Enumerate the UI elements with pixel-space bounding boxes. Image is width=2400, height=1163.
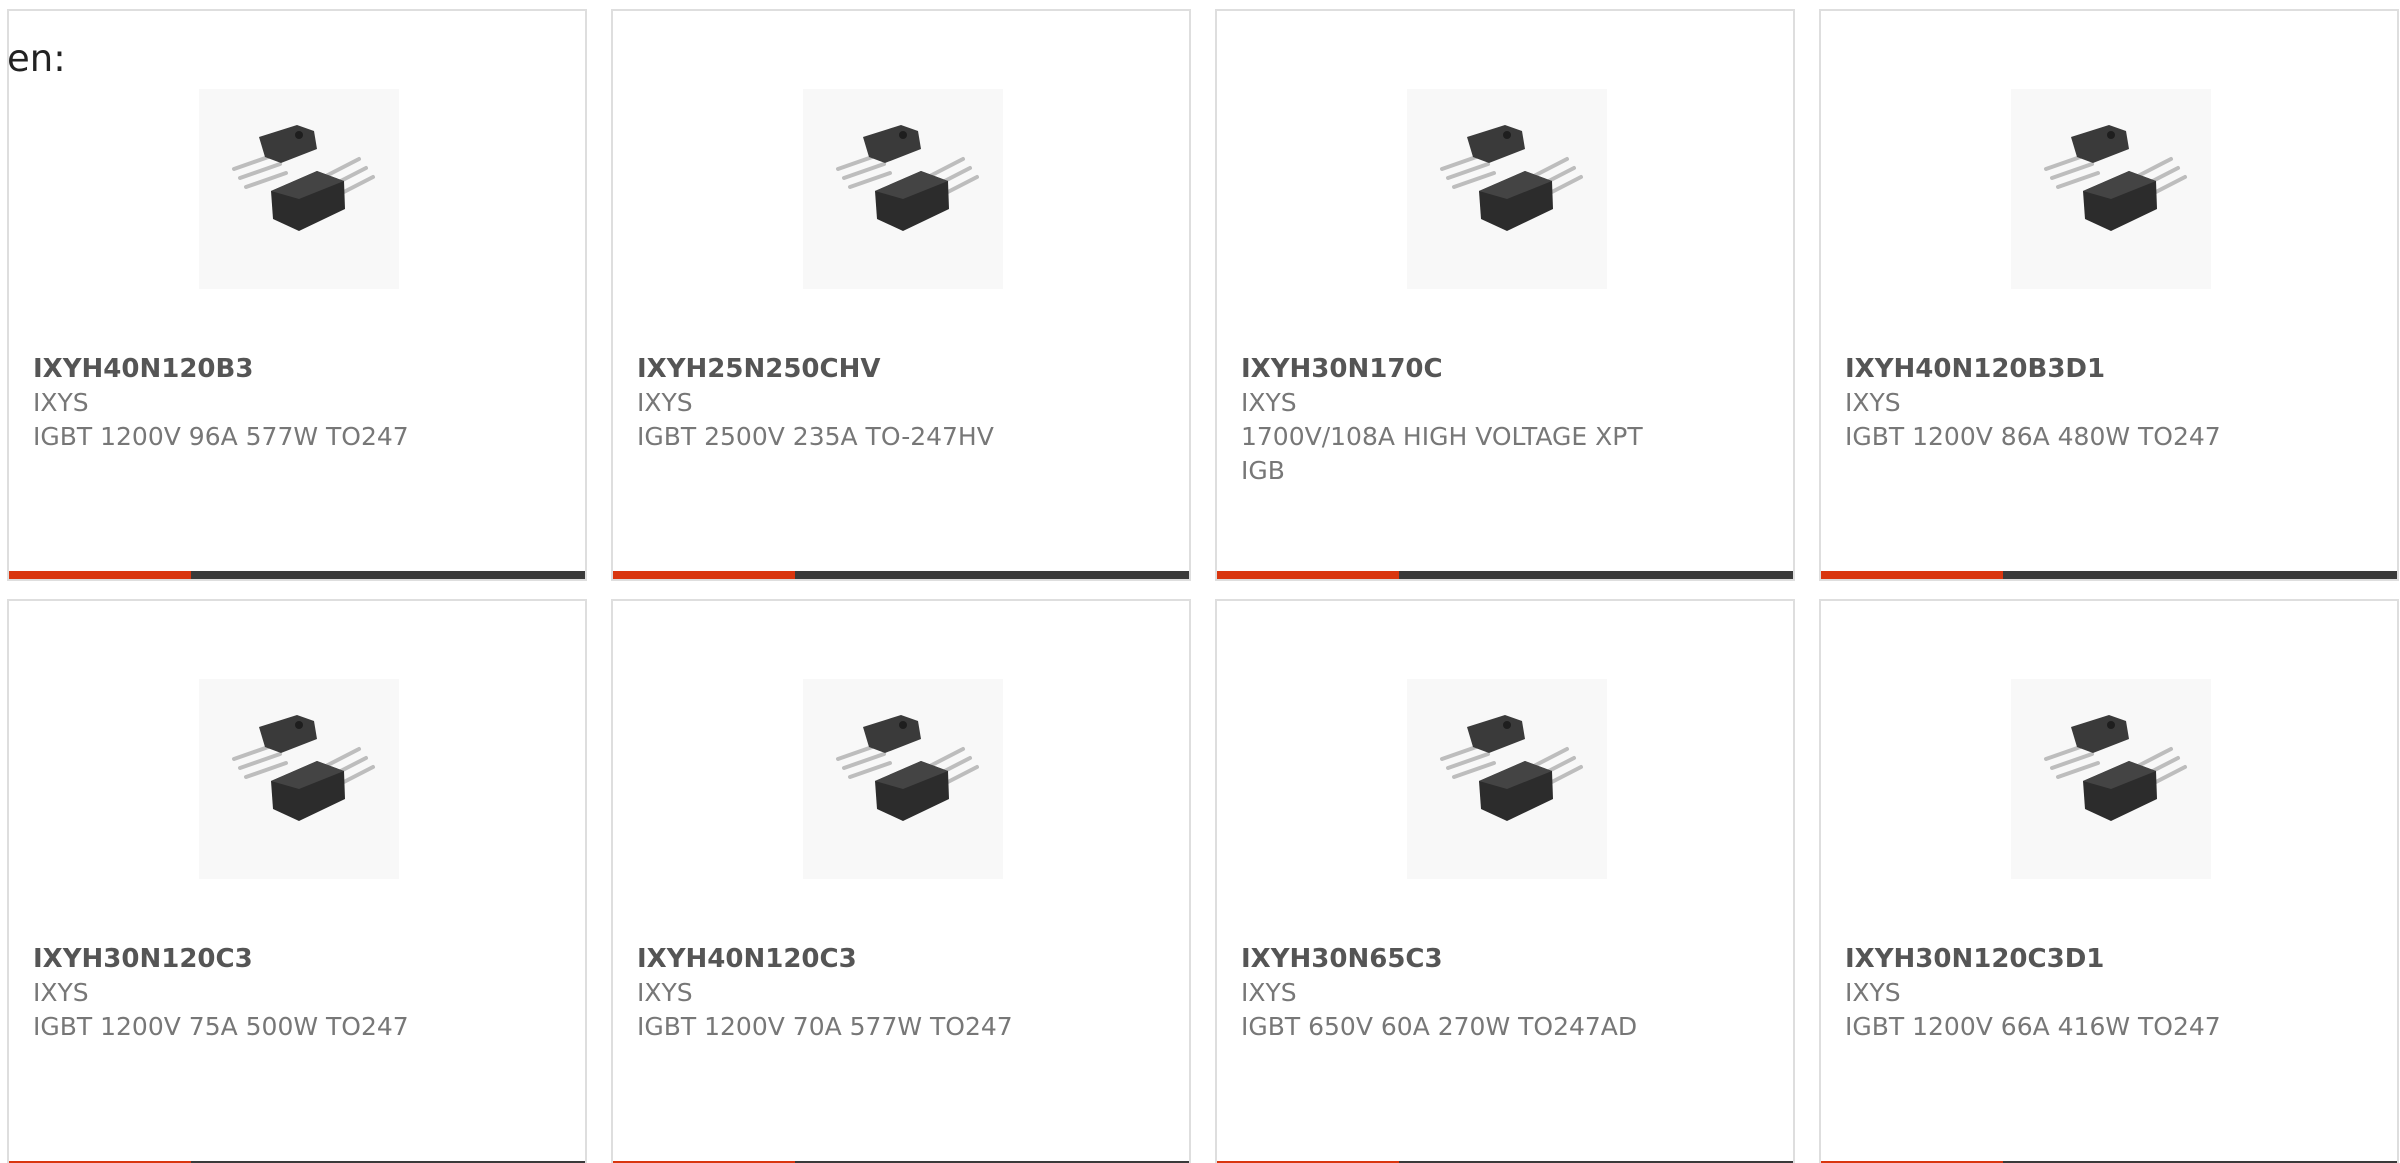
part-number-link[interactable]: IXYH30N120C3D1 — [1845, 942, 2345, 976]
product-info: IXYH40N120B3D1 IXYS IGBT 1200V 86A 480W … — [1845, 352, 2345, 454]
product-info: IXYH30N170C IXYS 1700V/108A HIGH VOLTAGE… — [1241, 352, 1741, 488]
card-bottom-bar — [1821, 571, 2397, 579]
description-label: IGBT 2500V 235A TO-247HV — [637, 422, 994, 451]
manufacturer-label: IXYS — [33, 978, 89, 1007]
to247-package-icon — [232, 715, 375, 821]
card-accent-bar — [613, 571, 795, 579]
description-label: IGBT 1200V 70A 577W TO247 — [637, 1012, 1013, 1041]
description-label: IGBT 1200V 66A 416W TO247 — [1845, 1012, 2221, 1041]
product-image[interactable] — [803, 89, 1003, 289]
product-grid-page: en: IXYH40N120B3 IXYS IGBT 1200V 96A 577… — [0, 0, 2400, 1163]
part-number-link[interactable]: IXYH30N65C3 — [1241, 942, 1741, 976]
product-card[interactable]: IXYH30N65C3 IXYS IGBT 650V 60A 270W TO24… — [1215, 599, 1795, 1163]
card-accent-bar — [1217, 571, 1399, 579]
to247-package-icon — [2044, 715, 2187, 821]
product-image[interactable] — [199, 89, 399, 289]
manufacturer-label: IXYS — [1845, 978, 1901, 1007]
manufacturer-label: IXYS — [1241, 388, 1297, 417]
to247-package-icon — [2044, 125, 2187, 231]
part-number-link[interactable]: IXYH40N120C3 — [637, 942, 1137, 976]
card-accent-bar — [9, 571, 191, 579]
manufacturer-label: IXYS — [637, 978, 693, 1007]
manufacturer-label: IXYS — [33, 388, 89, 417]
product-image[interactable] — [803, 679, 1003, 879]
part-number-link[interactable]: IXYH25N250CHV — [637, 352, 1137, 386]
part-number-link[interactable]: IXYH40N120B3D1 — [1845, 352, 2345, 386]
card-accent-bar — [1821, 571, 2003, 579]
description-label: IGBT 1200V 75A 500W TO247 — [33, 1012, 409, 1041]
product-card[interactable]: IXYH30N120C3 IXYS IGBT 1200V 75A 500W TO… — [7, 599, 587, 1163]
product-info: IXYH30N120C3D1 IXYS IGBT 1200V 66A 416W … — [1845, 942, 2345, 1044]
product-image[interactable] — [1407, 679, 1607, 879]
description-label: IGBT 650V 60A 270W TO247AD — [1241, 1012, 1638, 1041]
product-image[interactable] — [1407, 89, 1607, 289]
card-bottom-bar — [1217, 571, 1793, 579]
product-info: IXYH40N120B3 IXYS IGBT 1200V 96A 577W TO… — [33, 352, 533, 454]
product-card[interactable]: IXYH40N120C3 IXYS IGBT 1200V 70A 577W TO… — [611, 599, 1191, 1163]
page-text-fragment: en: — [7, 37, 66, 80]
product-image[interactable] — [2011, 89, 2211, 289]
product-info: IXYH30N120C3 IXYS IGBT 1200V 75A 500W TO… — [33, 942, 533, 1044]
product-info: IXYH30N65C3 IXYS IGBT 650V 60A 270W TO24… — [1241, 942, 1741, 1044]
part-number-link[interactable]: IXYH30N120C3 — [33, 942, 533, 976]
description-label: IGBT 1200V 86A 480W TO247 — [1845, 422, 2221, 451]
product-info: IXYH25N250CHV IXYS IGBT 2500V 235A TO-24… — [637, 352, 1137, 454]
to247-package-icon — [836, 715, 979, 821]
to247-package-icon — [232, 125, 375, 231]
manufacturer-label: IXYS — [1241, 978, 1297, 1007]
card-bottom-bar — [613, 571, 1189, 579]
product-image[interactable] — [2011, 679, 2211, 879]
description-label: 1700V/108A HIGH VOLTAGE XPT IGB — [1241, 422, 1643, 485]
product-card[interactable]: IXYH25N250CHV IXYS IGBT 2500V 235A TO-24… — [611, 9, 1191, 581]
part-number-link[interactable]: IXYH30N170C — [1241, 352, 1741, 386]
product-image[interactable] — [199, 679, 399, 879]
to247-package-icon — [836, 125, 979, 231]
product-grid: IXYH40N120B3 IXYS IGBT 1200V 96A 577W TO… — [7, 9, 2399, 1163]
product-card[interactable]: IXYH30N120C3D1 IXYS IGBT 1200V 66A 416W … — [1819, 599, 2399, 1163]
product-info: IXYH40N120C3 IXYS IGBT 1200V 70A 577W TO… — [637, 942, 1137, 1044]
manufacturer-label: IXYS — [637, 388, 693, 417]
to247-package-icon — [1440, 125, 1583, 231]
description-label: IGBT 1200V 96A 577W TO247 — [33, 422, 409, 451]
to247-package-icon — [1440, 715, 1583, 821]
product-card[interactable]: IXYH40N120B3 IXYS IGBT 1200V 96A 577W TO… — [7, 9, 587, 581]
card-bottom-bar — [9, 571, 585, 579]
part-number-link[interactable]: IXYH40N120B3 — [33, 352, 533, 386]
manufacturer-label: IXYS — [1845, 388, 1901, 417]
product-card[interactable]: IXYH30N170C IXYS 1700V/108A HIGH VOLTAGE… — [1215, 9, 1795, 581]
product-card[interactable]: IXYH40N120B3D1 IXYS IGBT 1200V 86A 480W … — [1819, 9, 2399, 581]
